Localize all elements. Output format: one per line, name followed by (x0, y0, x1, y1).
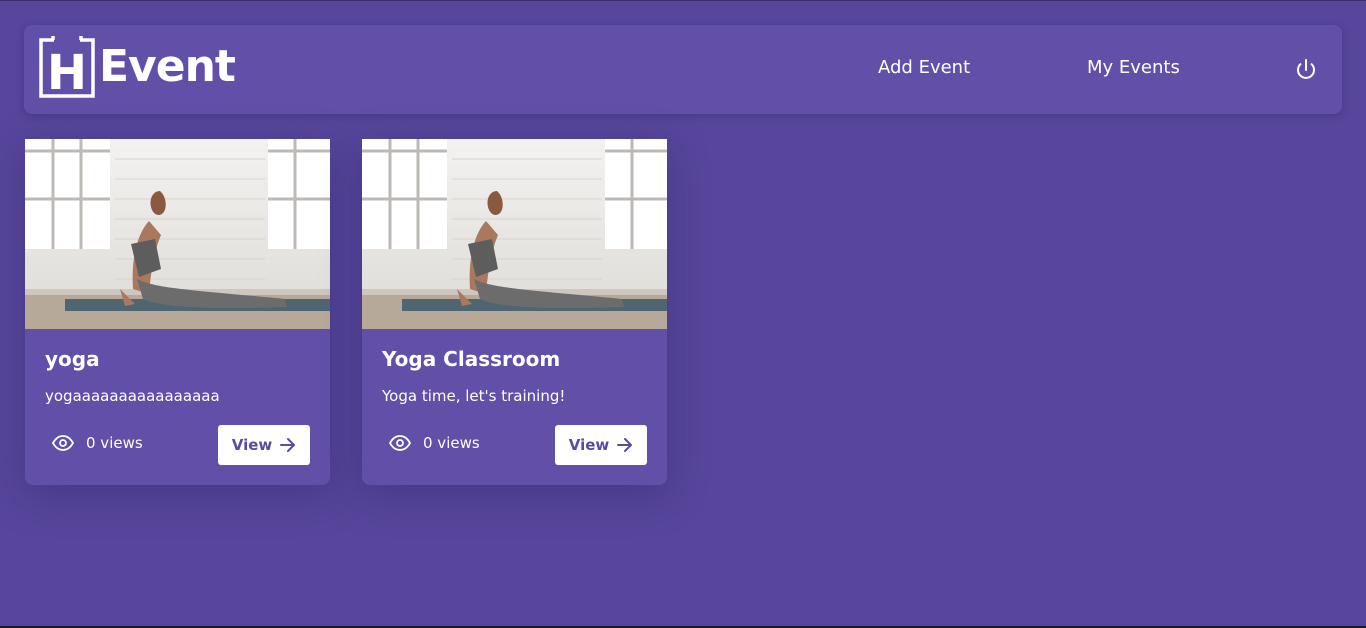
navbar: H Event Add Event My Events (24, 25, 1342, 114)
event-image (362, 139, 667, 329)
event-description: yogaaaaaaaaaaaaaaaa (45, 387, 220, 405)
logo-text: Event (99, 41, 236, 92)
eye-icon (52, 435, 74, 451)
event-card: yoga yogaaaaaaaaaaaaaaaa 0 views View (25, 139, 330, 485)
views-count: 0 views (389, 434, 480, 452)
power-icon-svg (1297, 59, 1315, 79)
view-event-button[interactable]: View (555, 425, 647, 465)
eye-icon (389, 435, 411, 451)
top-border (0, 0, 1366, 1)
arrow-right-icon (280, 438, 296, 452)
nav-my-events[interactable]: My Events (1087, 57, 1180, 78)
event-card: Yoga Classroom Yoga time, let's training… (362, 139, 667, 485)
event-title: yoga (45, 347, 100, 371)
event-description: Yoga time, let's training! (382, 387, 566, 405)
view-button-label: View (568, 436, 610, 454)
views-count: 0 views (52, 434, 143, 452)
event-title: Yoga Classroom (382, 347, 561, 371)
logo[interactable]: H Event (39, 34, 236, 100)
views-label: 0 views (423, 434, 480, 452)
view-button-label: View (231, 436, 273, 454)
view-event-button[interactable]: View (218, 425, 310, 465)
logo-letter: H (47, 45, 87, 100)
views-label: 0 views (86, 434, 143, 452)
event-image (25, 139, 330, 329)
power-icon[interactable] (1294, 58, 1318, 82)
nav-add-event[interactable]: Add Event (878, 57, 970, 78)
logo-h-icon: H (39, 36, 95, 100)
arrow-right-icon (617, 438, 633, 452)
